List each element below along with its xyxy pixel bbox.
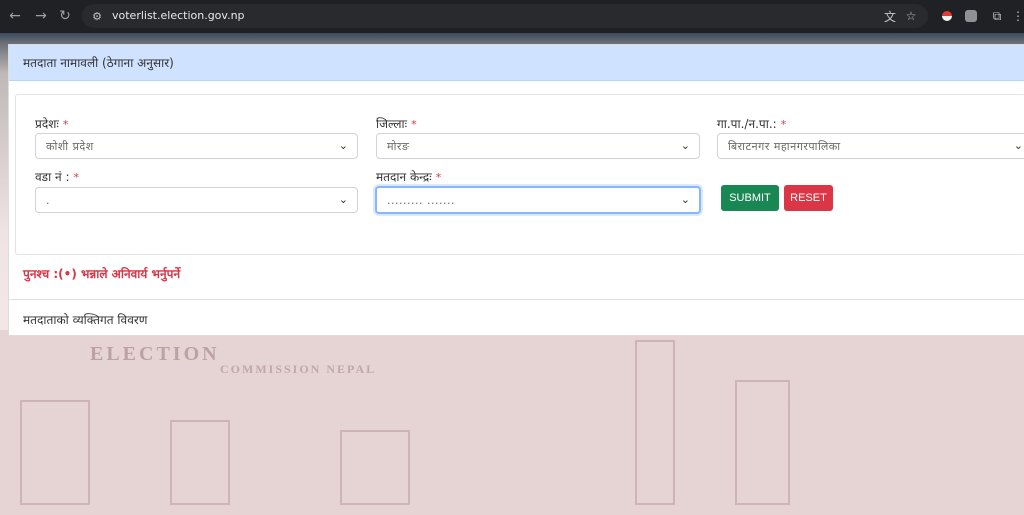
card-header: मतदाता नामावली (ठेगाना अनुसार) [9,45,1024,81]
chevron-down-icon: ⌄ [1013,139,1023,152]
required-fields-note: पुनश्च :(•) भन्नाले अनिवार्य भर्नुपर्ने [23,267,181,281]
ward-select[interactable]: . ⌄ [35,187,358,213]
background-sign-text: ELECTION [90,343,220,365]
extensions-puzzle-icon[interactable]: ⧉ [989,8,1005,24]
search-form [15,94,1024,255]
background-sign-subtext: COMMISSION NEPAL [220,362,377,376]
bookmark-star-icon[interactable]: ☆ [903,8,919,24]
province-select[interactable]: कोशी प्रदेश ⌄ [35,133,358,159]
back-arrow-icon[interactable]: ← [5,6,25,26]
extension-icon[interactable] [963,8,979,24]
divider [9,299,1024,300]
required-mark: * [780,118,787,131]
required-mark: * [73,171,80,184]
required-mark: * [411,118,417,131]
polling-center-select[interactable]: ......... ....... ⌄ [375,186,701,214]
background-pillar [635,340,675,505]
background-window [340,430,410,505]
chevron-down-icon: ⌄ [680,139,690,152]
background-window [20,400,90,505]
municipality-label: गा.पा./न.पा.: * [717,117,787,131]
municipality-select[interactable]: बिराटनगर महानगरपालिका ⌄ [717,133,1024,159]
voter-details-section-title: मतदाताको व्यक्तिगत विवरण [23,313,148,327]
chevron-down-icon: ⌄ [680,193,690,206]
ward-label: वडा नं : * [35,170,80,184]
browser-toolbar: ← → ↻ ⚙ voterlist.election.gov.np 文 ☆ ⧉ … [0,0,1024,33]
district-label: जिल्लाः * [376,117,417,131]
background-window [170,420,230,505]
polling-center-label: मतदान केन्द्रः * [376,170,442,184]
district-select[interactable]: मोरङ ⌄ [376,133,700,159]
reload-icon[interactable]: ↻ [55,6,75,26]
url-text[interactable]: voterlist.election.gov.np [112,9,245,22]
forward-arrow-icon[interactable]: → [31,6,51,26]
extension-pokeball-icon[interactable] [939,8,955,24]
background-window [735,380,790,505]
required-mark: * [435,171,442,184]
submit-button[interactable]: SUBMIT [721,185,779,211]
site-settings-icon[interactable]: ⚙ [90,9,104,23]
required-mark: * [62,118,69,131]
chevron-down-icon: ⌄ [338,193,348,206]
reset-button[interactable]: RESET [784,185,833,211]
voter-list-card: मतदाता नामावली (ठेगाना अनुसार) प्रदेशः * … [8,44,1024,336]
chevron-down-icon: ⌄ [338,139,348,152]
menu-dots-icon[interactable]: ⋮ [1010,8,1024,24]
translate-icon[interactable]: 文 [882,8,898,24]
province-label: प्रदेशः * [35,117,69,131]
